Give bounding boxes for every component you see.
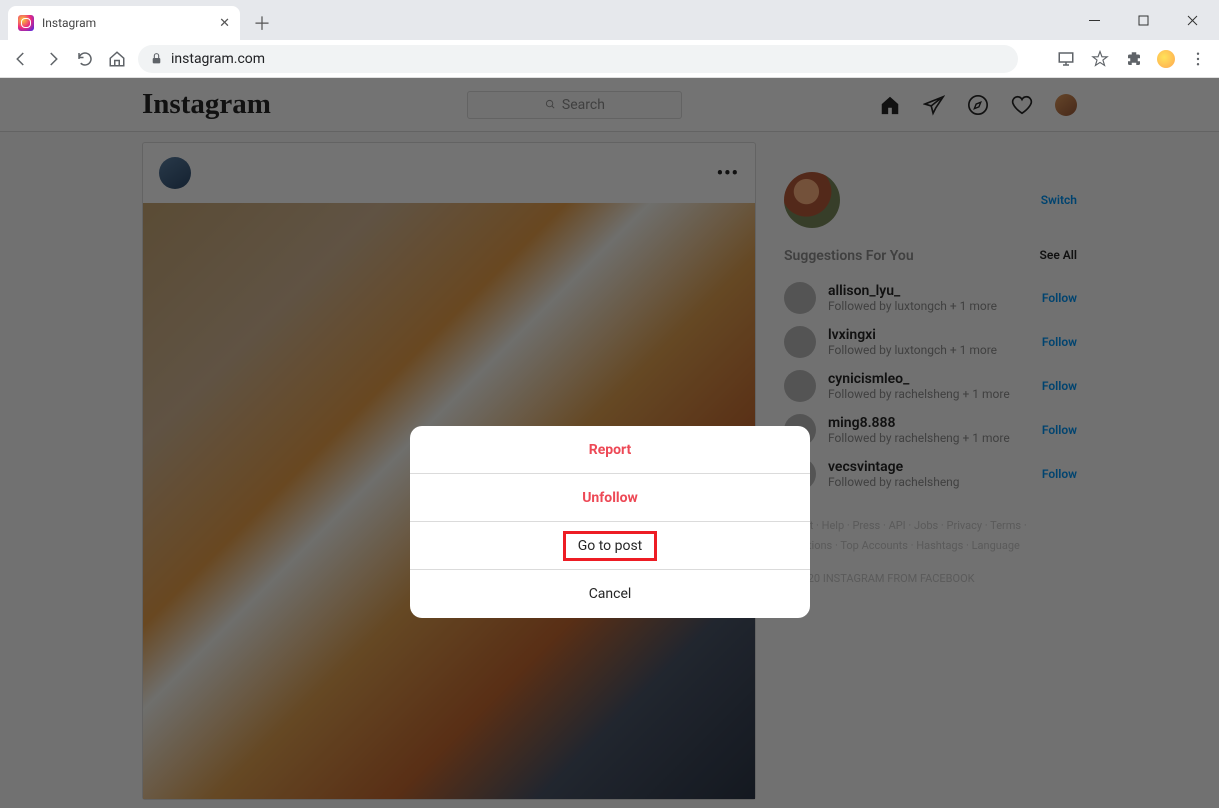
unfollow-button[interactable]: Unfollow (410, 474, 810, 522)
desktop-icon[interactable] (1055, 48, 1077, 70)
cancel-button[interactable]: Cancel (410, 570, 810, 618)
go-to-post-button[interactable]: Go to post (410, 522, 810, 570)
report-button[interactable]: Report (410, 426, 810, 474)
lock-icon (150, 52, 163, 65)
extensions-icon[interactable] (1123, 48, 1145, 70)
browser-tab[interactable]: Instagram ✕ (8, 6, 240, 40)
profile-extension-icon[interactable] (1157, 50, 1175, 68)
reload-button[interactable] (74, 48, 96, 70)
tab-title: Instagram (42, 16, 211, 30)
browser-menu-icon[interactable] (1187, 48, 1209, 70)
post-options-modal: Report Unfollow Go to post Cancel (410, 426, 810, 618)
back-button[interactable] (10, 48, 32, 70)
star-icon[interactable] (1089, 48, 1111, 70)
address-bar[interactable]: instagram.com (138, 45, 1018, 73)
browser-toolbar: instagram.com (0, 40, 1219, 78)
home-button[interactable] (106, 48, 128, 70)
highlight-annotation: Go to post (563, 531, 658, 561)
window-maximize-button[interactable] (1121, 5, 1166, 35)
instagram-favicon (18, 15, 34, 31)
close-tab-icon[interactable]: ✕ (219, 16, 230, 31)
window-close-button[interactable] (1170, 5, 1215, 35)
url-text: instagram.com (171, 51, 265, 67)
window-minimize-button[interactable] (1072, 5, 1117, 35)
new-tab-button[interactable]: ＋ (248, 9, 276, 37)
forward-button[interactable] (42, 48, 64, 70)
browser-tab-strip: Instagram ✕ ＋ (0, 0, 1219, 40)
